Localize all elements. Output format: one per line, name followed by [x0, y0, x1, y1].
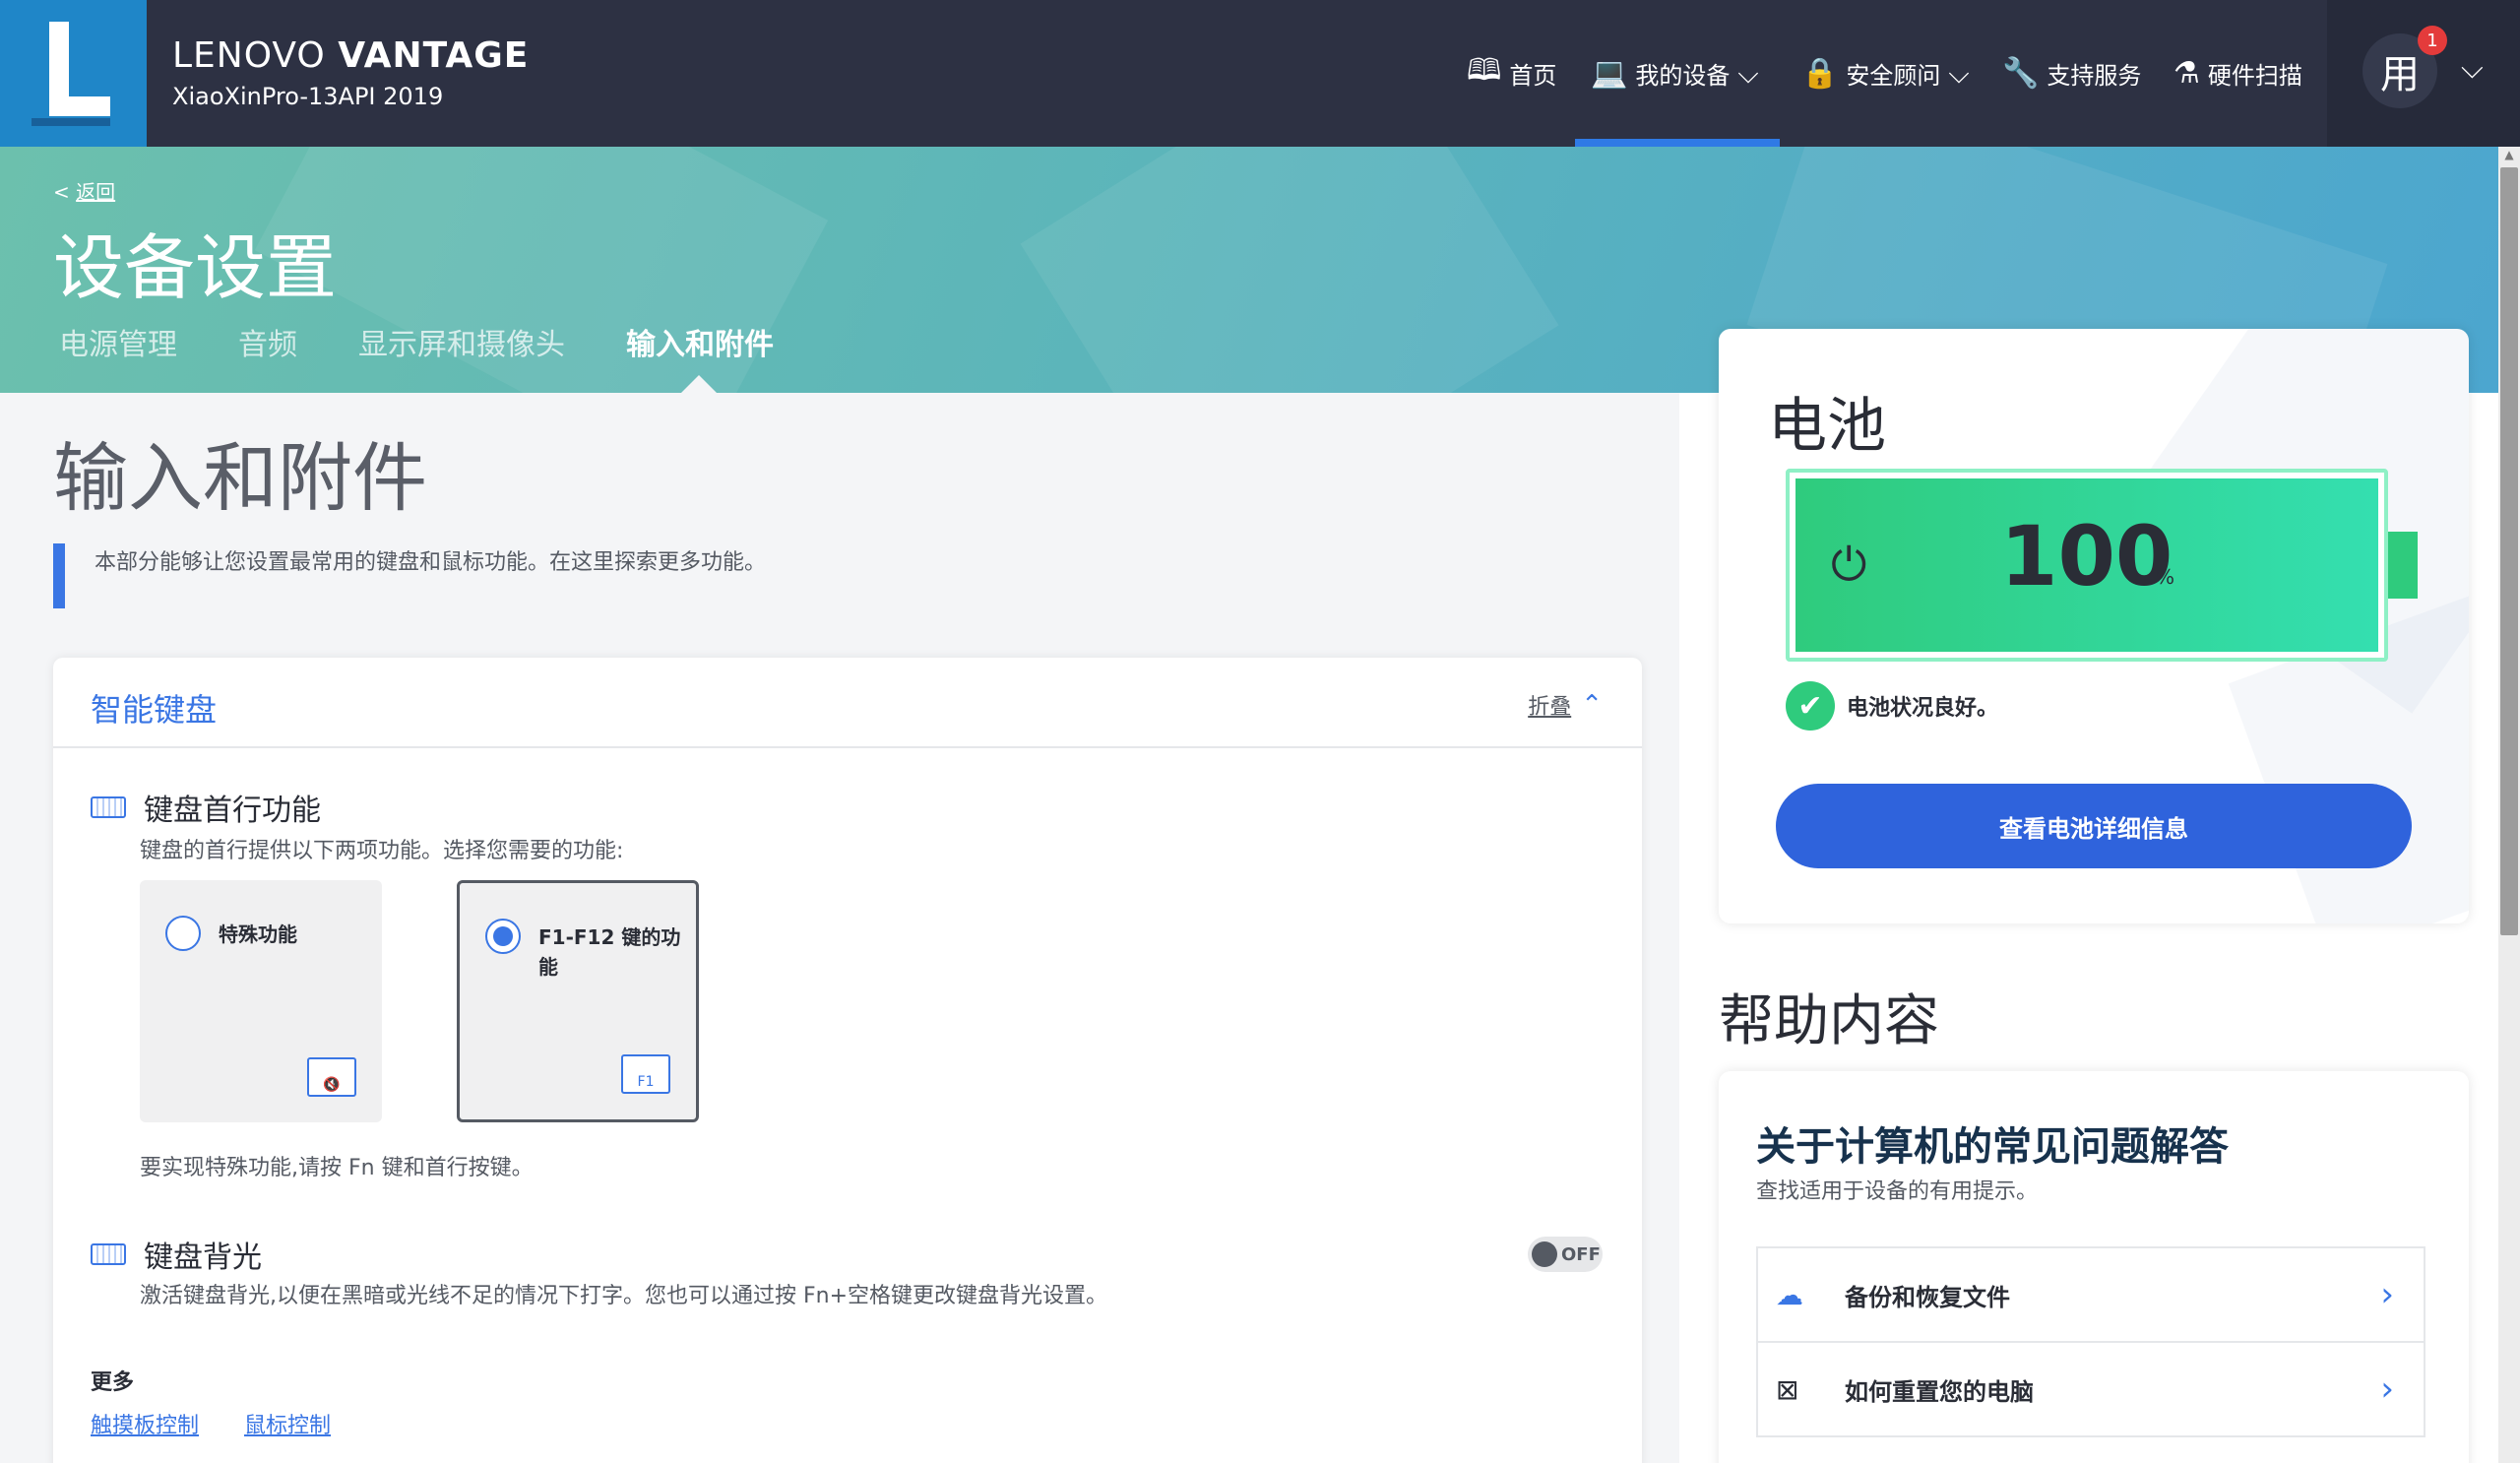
scroll-up-arrow[interactable]: ▲ [2500, 148, 2518, 165]
plug-icon: ⏻ [1831, 538, 1867, 591]
backlight-toggle[interactable]: OFF [1528, 1237, 1603, 1272]
faq-subtitle: 查找适用于设备的有用提示。 [1756, 1179, 2039, 1204]
mouse-control-link[interactable]: 鼠标控制 [244, 1408, 331, 1439]
nav-support[interactable]: 🔧 支持服务 [2002, 0, 2141, 147]
help-title: 帮助内容 [1719, 989, 1939, 1053]
section-intro: 本部分能够让您设置最常用的键盘和鼠标功能。在这里探索更多功能。 [53, 543, 766, 608]
cloud-upload-icon: ☁ [1776, 1278, 1803, 1311]
keyboard-icon [91, 796, 126, 818]
option-special-function[interactable]: 特殊功能 🔇 [140, 880, 382, 1122]
faq-title: 关于计算机的常见问题解答 [1756, 1124, 2229, 1170]
backlight-feature-desc: 激活键盘背光,以便在黑暗或光线不足的情况下打字。您也可以通过按 Fn+空格键更改… [140, 1284, 1108, 1308]
chevron-right-icon: › [2380, 1275, 2394, 1314]
tab-power[interactable]: 电源管理 [59, 320, 177, 363]
battery-gauge: ⏻ 100 % [1786, 469, 2388, 662]
mute-icon: 🔇 [307, 1057, 356, 1097]
flask-icon: ⚗ [2174, 56, 2200, 91]
option-f1-f12[interactable]: F1-F12 键的功能 F1 [457, 880, 699, 1122]
card-header: 智能键盘 折叠 ⌃ [53, 658, 1642, 748]
lock-icon: 🔒 [1801, 56, 1839, 91]
nav-security-advisor[interactable]: 🔒 安全顾问 ⌵ [1801, 0, 1970, 147]
radio-f1-f12[interactable] [485, 919, 521, 954]
top-navigation-bar: LENOVO VANTAGE XiaoXinPro-13API 2019 🕮 首… [0, 0, 2520, 147]
chevron-right-icon: › [2380, 1369, 2394, 1409]
battery-status: ✔ 电池状况良好。 [1786, 681, 1998, 731]
active-tab-pointer [681, 375, 717, 393]
smart-keyboard-card: 智能键盘 折叠 ⌃ 键盘首行功能 键盘的首行提供以下两项功能。选择您需要的功能:… [53, 658, 1642, 1463]
keyboard-icon [91, 1243, 126, 1265]
touchpad-control-link[interactable]: 触摸板控制 [91, 1408, 199, 1439]
lenovo-logo [0, 0, 147, 147]
scrollbar-thumb[interactable] [2500, 167, 2518, 935]
nav-home[interactable]: 🕮 首页 [1467, 0, 1556, 147]
nav-hardware-scan[interactable]: ⚗ 硬件扫描 [2174, 0, 2302, 147]
wrench-icon: 🔧 [2002, 56, 2040, 91]
radio-special-function[interactable] [165, 916, 201, 951]
settings-tabs: 电源管理 音频 显示屏和摄像头 输入和附件 [59, 320, 835, 363]
backlight-feature-title: 键盘背光 [91, 1233, 262, 1276]
top-row-feature-title: 键盘首行功能 [91, 786, 321, 829]
faq-item-backup[interactable]: ☁ 备份和恢复文件 › [1756, 1246, 2426, 1343]
battery-percent-unit: % [2156, 565, 2175, 589]
device-name: XiaoXinPro-13API 2019 [172, 83, 444, 110]
app-title: LENOVO VANTAGE [172, 35, 530, 76]
faq-item-reset[interactable]: ⊠ 如何重置您的电脑 › [1756, 1341, 2426, 1437]
battery-card: 电池 ⏻ 100 % ✔ 电池状况良好。 查看电池详细信息 [1719, 329, 2469, 923]
chevron-down-icon: ⌵ [1737, 56, 1759, 90]
notification-badge: 1 [2418, 26, 2447, 55]
tab-display-camera[interactable]: 显示屏和摄像头 [358, 320, 565, 363]
nav-my-device[interactable]: 💻 我的设备 ⌵ [1591, 0, 1759, 147]
battery-cap [2388, 532, 2418, 599]
user-menu[interactable]: 用 1 ⌵ [2327, 0, 2520, 147]
book-icon: 🕮 [1467, 53, 1502, 88]
f1-key-icon: F1 [621, 1054, 670, 1094]
top-row-feature-desc: 键盘的首行提供以下两项功能。选择您需要的功能: [140, 839, 624, 863]
check-icon: ✔ [1786, 681, 1835, 731]
laptop-icon: 💻 [1591, 56, 1628, 91]
chevron-down-icon[interactable]: ⌵ [2461, 51, 2484, 86]
top-row-hint: 要实现特殊功能,请按 Fn 键和首行按键。 [140, 1156, 534, 1180]
page-title: 设备设置 [53, 226, 338, 309]
section-title: 输入和附件 [53, 434, 427, 522]
battery-title: 电池 [1768, 392, 1886, 461]
chevron-up-icon: ⌃ [1581, 690, 1603, 720]
tab-audio[interactable]: 音频 [238, 320, 297, 363]
tab-input-accessories[interactable]: 输入和附件 [626, 320, 774, 363]
battery-percent: 100 [2000, 508, 2174, 604]
nav-active-indicator [1575, 139, 1780, 147]
back-link[interactable]: < 返回 [53, 176, 115, 205]
battery-details-button[interactable]: 查看电池详细信息 [1776, 784, 2412, 868]
chevron-down-icon: ⌵ [1948, 56, 1970, 90]
card-title: 智能键盘 [91, 691, 218, 729]
more-title: 更多 [91, 1370, 135, 1395]
reset-icon: ⊠ [1776, 1372, 1799, 1406]
collapse-button[interactable]: 折叠 ⌃ [1528, 689, 1603, 721]
faq-card: 关于计算机的常见问题解答 查找适用于设备的有用提示。 ☁ 备份和恢复文件 › ⊠… [1719, 1071, 2469, 1463]
